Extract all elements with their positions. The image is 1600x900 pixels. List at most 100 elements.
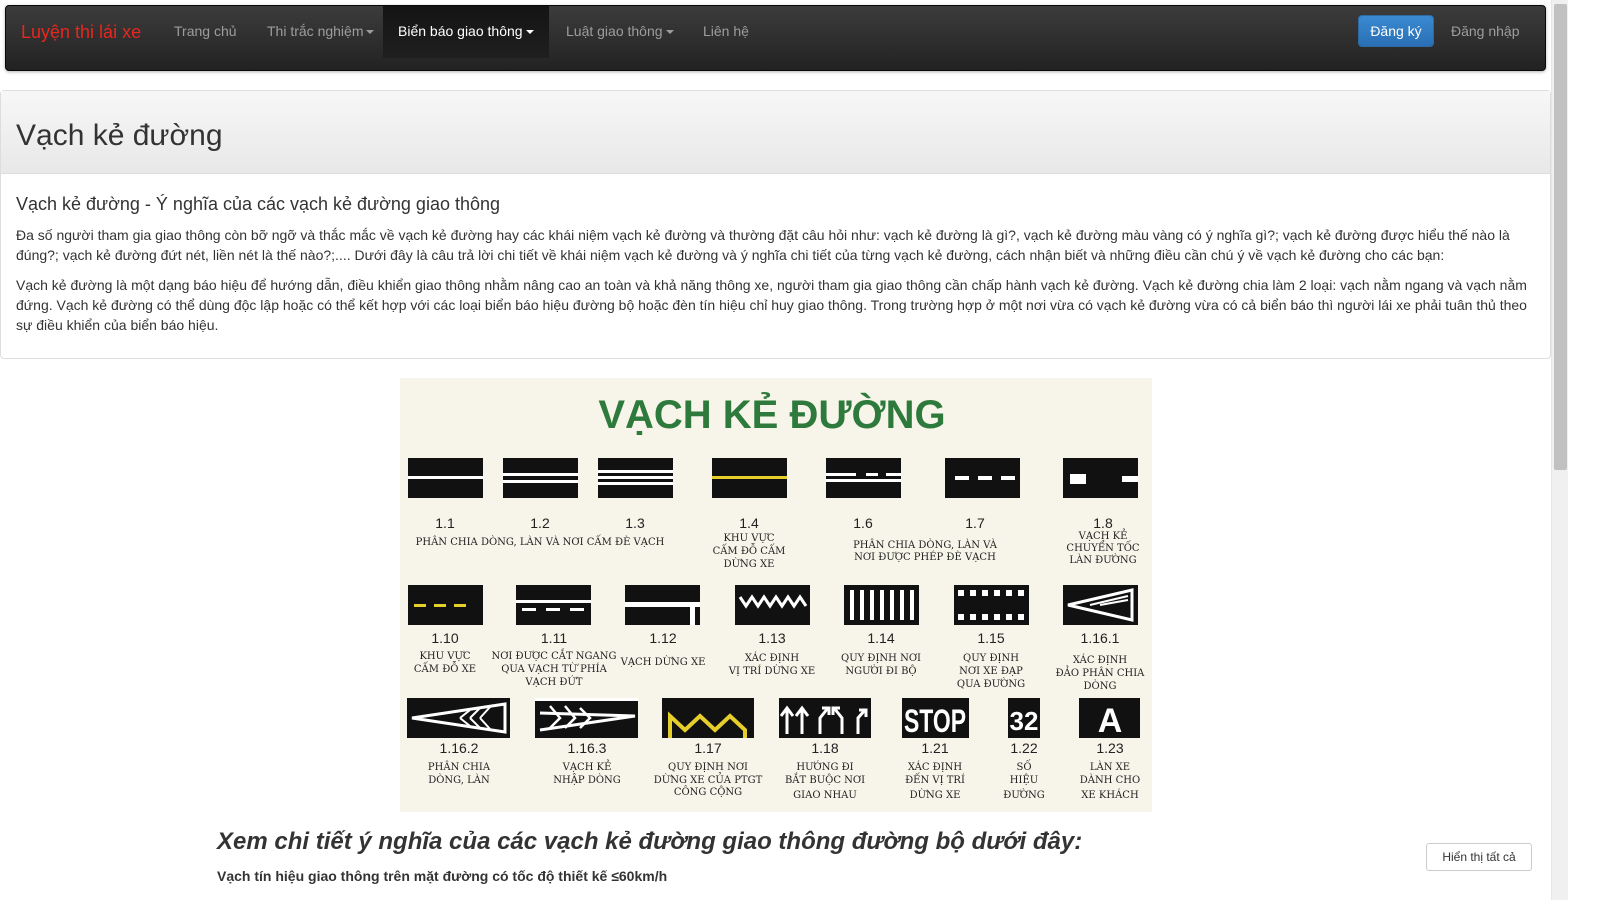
marking-tile-1-14 bbox=[844, 585, 919, 625]
code-label: 1.2 bbox=[530, 515, 550, 531]
caption-text: CẤM ĐỖ CẤM bbox=[713, 544, 786, 557]
marking-tile-1-12 bbox=[625, 585, 700, 625]
marking-tile-1-13 bbox=[735, 585, 810, 625]
caption-text: HIỆU bbox=[1010, 774, 1038, 786]
code-label: 1.16.3 bbox=[568, 740, 607, 756]
caption-text: CẤM ĐỖ XE bbox=[414, 662, 476, 675]
caption-text: BẮT BUỘC NƠI bbox=[785, 773, 865, 786]
code-label: 1.8 bbox=[1093, 515, 1113, 531]
code-label: 1.11 bbox=[541, 630, 567, 646]
register-button[interactable]: Đăng ký bbox=[1358, 15, 1434, 47]
marking-tile-1-16-1 bbox=[1063, 585, 1138, 625]
caption-text: KHU VỰC bbox=[723, 533, 774, 544]
section-subheading: Vạch tín hiệu giao thông trên mặt đường … bbox=[217, 868, 668, 884]
caption-text: CHUYỂN TỐC bbox=[1066, 541, 1139, 554]
code-label: 1.22 bbox=[1010, 740, 1037, 756]
caption-text: LÀN XE bbox=[1090, 761, 1130, 773]
content-panel: Vạch kẻ đường Vạch kẻ đường - Ý nghĩa củ… bbox=[0, 90, 1551, 359]
page-title: Vạch kẻ đường bbox=[16, 119, 223, 152]
marking-tile-1-11 bbox=[516, 585, 591, 625]
bus-lane-letter: A bbox=[1098, 702, 1123, 740]
caption-text: VẠCH DỪNG XE bbox=[620, 656, 706, 668]
brand-link[interactable]: Luyện thi lái xe bbox=[21, 22, 141, 43]
marking-tile-1-6 bbox=[826, 458, 901, 498]
caption-text: ĐẢO PHÂN CHIA bbox=[1056, 666, 1146, 679]
code-label: 1.12 bbox=[649, 630, 676, 646]
caption-text: XÁC ĐỊNH bbox=[1073, 654, 1128, 666]
caption-text: XÁC ĐỊNH bbox=[745, 652, 800, 664]
marking-tile-1-2 bbox=[503, 458, 578, 498]
chevron-down-icon bbox=[665, 30, 674, 35]
intro-paragraph: Đa số người tham gia giao thông còn bỡ n… bbox=[16, 227, 1510, 263]
marking-tile-1-18 bbox=[779, 698, 871, 738]
caption-text: VỊ TRÍ DỪNG XE bbox=[728, 665, 815, 677]
vertical-scrollbar[interactable] bbox=[1551, 0, 1568, 900]
caption-text: PHÂN CHIA bbox=[428, 761, 491, 773]
caption-text: DÒNG, LÀN bbox=[428, 774, 490, 786]
caption-text: XÁC ĐỊNH bbox=[908, 761, 963, 773]
marking-tile-1-15 bbox=[954, 585, 1029, 625]
code-label: 1.1 bbox=[435, 515, 455, 531]
marking-tile-1-8 bbox=[1063, 458, 1138, 498]
code-label: 1.6 bbox=[853, 515, 873, 531]
nav-item-traffic-signs[interactable]: Biển báo giao thông bbox=[383, 6, 549, 58]
nav-item-label: Biển báo giao thông bbox=[398, 23, 523, 39]
marking-tile-1-22: 32 bbox=[1008, 698, 1040, 738]
nav-item-traffic-law[interactable]: Luật giao thông bbox=[551, 6, 689, 56]
caption-text: DỪNG XE bbox=[724, 558, 775, 570]
code-label: 1.7 bbox=[965, 515, 985, 531]
caption-text: QUY ĐỊNH NƠI bbox=[668, 762, 748, 773]
scrollbar-thumb[interactable] bbox=[1554, 4, 1567, 470]
nav-item-label: Trang chủ bbox=[174, 23, 237, 39]
caption-text: ĐƯỜNG bbox=[1003, 789, 1044, 801]
code-label: 1.3 bbox=[625, 515, 645, 531]
caption-text: SỐ bbox=[1016, 760, 1031, 773]
chevron-down-icon bbox=[525, 30, 534, 35]
caption-text: CÔNG CỘNG bbox=[674, 786, 742, 798]
code-label: 1.16.1 bbox=[1081, 630, 1120, 646]
caption-text: QUA ĐƯỜNG bbox=[957, 678, 1025, 690]
chevron-down-icon bbox=[366, 30, 375, 35]
caption-text: NGƯỜI ĐI BỘ bbox=[845, 665, 916, 677]
caption-text: VẠCH KẺ bbox=[1078, 529, 1128, 542]
code-label: 1.13 bbox=[758, 630, 785, 646]
caption-text: NƠI XE ĐẠP bbox=[959, 666, 1023, 677]
code-label: 1.17 bbox=[694, 740, 721, 756]
code-label: 1.4 bbox=[739, 515, 759, 531]
section-heading: Xem chi tiết ý nghĩa của các vạch kẻ đườ… bbox=[217, 828, 1083, 855]
image-title: VẠCH KẺ ĐƯỜNG bbox=[598, 391, 945, 437]
caption-text: HƯỚNG ĐI bbox=[796, 761, 853, 773]
login-link[interactable]: Đăng nhập bbox=[1436, 6, 1535, 56]
navbar: Luyện thi lái xe Trang chủ Thi trắc nghi… bbox=[5, 5, 1546, 71]
code-label: 1.18 bbox=[811, 740, 838, 756]
marking-tile-1-16-2 bbox=[407, 698, 510, 738]
nav-item-tests[interactable]: Thi trắc nghiệm bbox=[252, 6, 389, 56]
caption-text: KHU VỰC bbox=[419, 651, 470, 662]
nav-item-label: Liên hệ bbox=[703, 23, 749, 39]
definition-paragraph: Vạch kẻ đường là một dạng báo hiệu để hư… bbox=[16, 277, 1527, 333]
marking-tile-1-17 bbox=[662, 698, 754, 738]
caption-text: DỪNG XE bbox=[910, 789, 961, 801]
stop-text: STOP bbox=[904, 703, 966, 739]
show-all-button[interactable]: Hiển thị tất cả bbox=[1426, 843, 1532, 871]
marking-tile-1-1 bbox=[408, 458, 483, 498]
panel-heading: Vạch kẻ đường bbox=[1, 91, 1550, 174]
caption-text: QUY ĐỊNH bbox=[963, 653, 1019, 664]
marking-tile-1-7 bbox=[945, 458, 1020, 498]
caption-text: LÀN ĐƯỜNG bbox=[1069, 554, 1136, 566]
marking-tile-1-16-3 bbox=[535, 698, 638, 738]
panel-body: Vạch kẻ đường - Ý nghĩa của các vạch kẻ … bbox=[1, 174, 1550, 335]
marking-tile-1-4 bbox=[712, 458, 787, 498]
marking-tile-1-10 bbox=[408, 585, 483, 625]
code-label: 1.10 bbox=[431, 630, 458, 646]
caption-text: ĐẾN VỊ TRÍ bbox=[905, 773, 965, 786]
code-label: 1.21 bbox=[921, 740, 948, 756]
nav-item-home[interactable]: Trang chủ bbox=[159, 6, 252, 56]
caption-text: DÀNH CHO bbox=[1080, 774, 1140, 786]
caption-text: XE KHÁCH bbox=[1081, 789, 1139, 801]
nav-item-contact[interactable]: Liên hệ bbox=[688, 6, 764, 56]
caption-text: PHÂN CHIA DÒNG, LÀN VÀ bbox=[853, 539, 998, 551]
caption-text: VẠCH ĐỨT bbox=[524, 676, 582, 688]
route-number-text: 32 bbox=[1010, 706, 1039, 736]
caption-text: NHẬP DÒNG bbox=[553, 774, 621, 786]
